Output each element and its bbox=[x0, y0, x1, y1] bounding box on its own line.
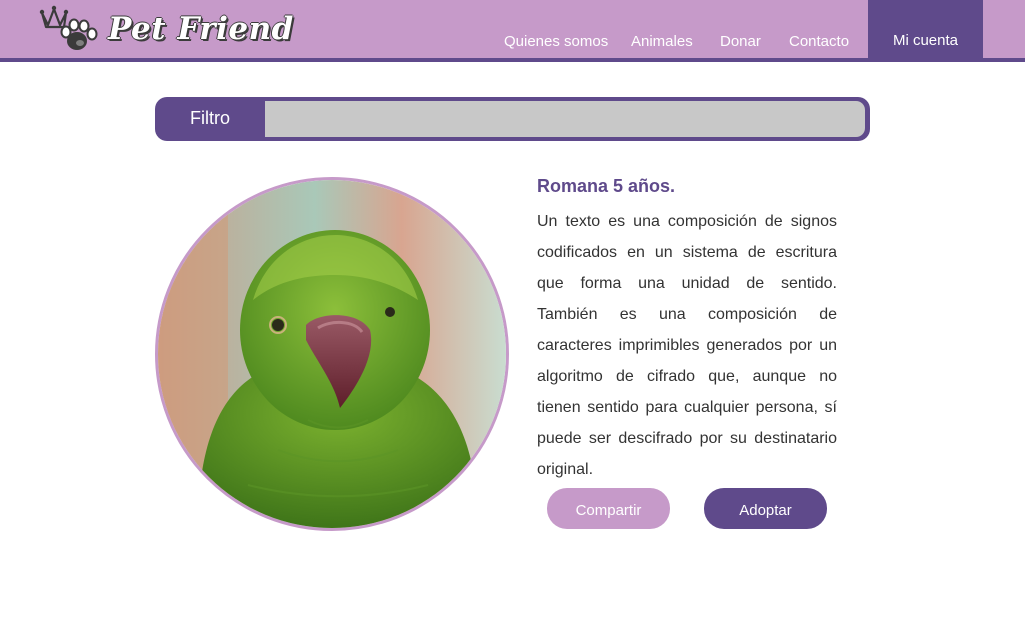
pet-title: Romana 5 años. bbox=[537, 176, 676, 196]
nav-link-quienes-somos[interactable]: Quienes somos bbox=[504, 33, 608, 50]
my-account-button[interactable]: Mi cuenta bbox=[868, 0, 983, 62]
share-button[interactable]: Compartir bbox=[547, 488, 670, 529]
parrot-image bbox=[158, 180, 506, 528]
filter-label: Filtro bbox=[190, 108, 230, 128]
filter-input[interactable] bbox=[265, 101, 865, 137]
top-nav-bar: Pet Friend Quienes somos Animales Donar … bbox=[0, 0, 1025, 62]
nav-link-animales[interactable]: Animales bbox=[631, 33, 693, 50]
pet-photo bbox=[155, 177, 509, 531]
nav-link-donar[interactable]: Donar bbox=[720, 33, 761, 50]
brand-name: Pet Friend bbox=[108, 11, 294, 47]
paw-crown-icon bbox=[39, 5, 98, 50]
adopt-button[interactable]: Adoptar bbox=[704, 488, 827, 529]
nav-link-contacto[interactable]: Contacto bbox=[789, 33, 849, 50]
pet-description: Un texto es una composición de signos co… bbox=[537, 213, 837, 478]
logo[interactable]: Pet Friend bbox=[38, 3, 294, 55]
filter-bar: Filtro bbox=[155, 97, 870, 141]
